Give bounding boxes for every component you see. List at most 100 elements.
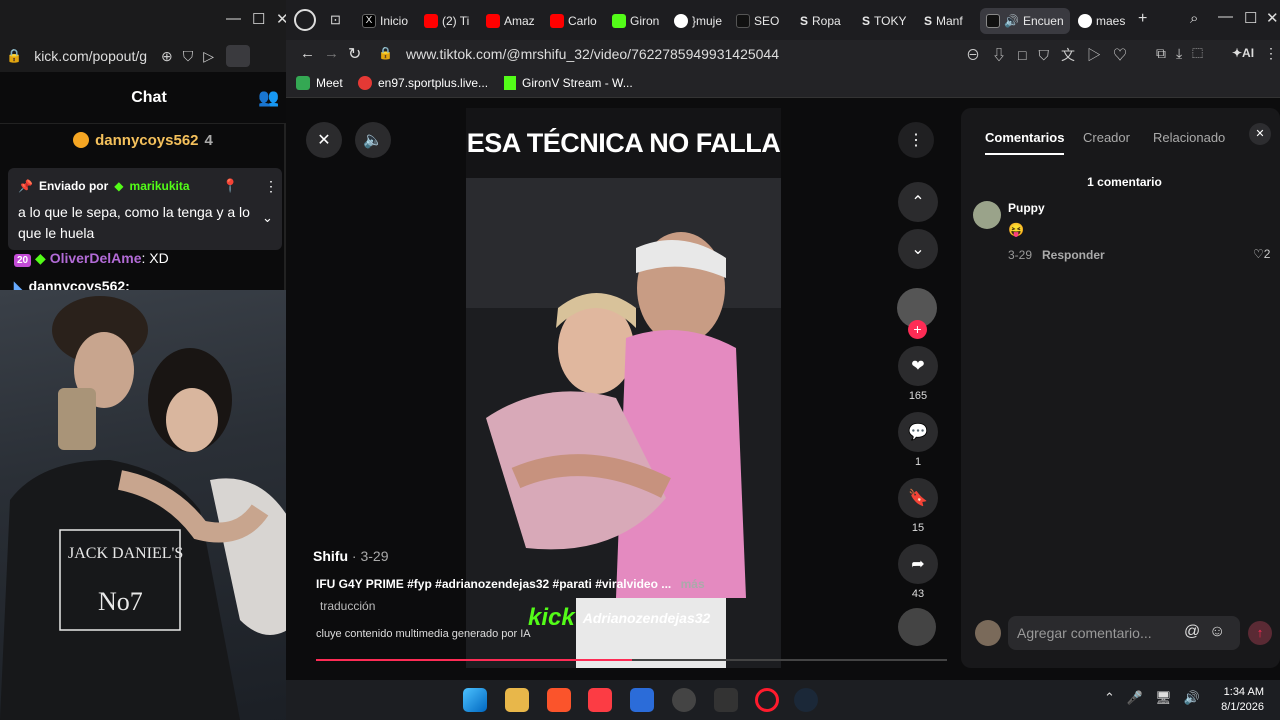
volume-icon[interactable]: 🔈 xyxy=(355,122,391,158)
pinned-sender[interactable]: marikukita xyxy=(130,179,190,193)
search-icon[interactable]: ⌕ xyxy=(1190,10,1198,27)
save-count: 15 xyxy=(911,522,925,534)
emoji-icon[interactable]: ☺ xyxy=(1209,623,1225,641)
brave-icon[interactable] xyxy=(547,688,571,712)
obs-icon[interactable] xyxy=(672,688,696,712)
unpin-icon[interactable]: 📍 xyxy=(222,178,238,194)
comment-input[interactable]: Agregar comentario... @ ☺ xyxy=(1008,616,1240,650)
video-caption-row: IFU G4Y PRIME #fyp #adrianozendejas32 #p… xyxy=(316,577,705,591)
audio-app-icon[interactable] xyxy=(714,688,738,712)
clock-time: 1:34 AM xyxy=(1223,686,1264,698)
play-icon[interactable]: ▷ xyxy=(203,48,214,65)
extensions-icon[interactable] xyxy=(226,45,251,67)
close-icon[interactable]: ✕ xyxy=(1266,9,1279,27)
tab-ropa[interactable]: S Ropa xyxy=(800,8,848,34)
comment-date: 3-29 xyxy=(1008,248,1033,262)
comment-like[interactable]: ♡2 xyxy=(1253,247,1270,261)
like-icon[interactable]: ❤ xyxy=(898,346,938,386)
users-icon[interactable]: 👥 xyxy=(258,88,279,108)
next-video-icon[interactable]: ⌄ xyxy=(898,229,938,269)
clock[interactable]: 1:34 AM 8/1/2026 xyxy=(1204,685,1264,715)
gamepad-icon[interactable]: ⊡ xyxy=(330,12,341,28)
chat-line: 20 ◆ OliverDelAme: XD xyxy=(14,250,169,267)
ai-button[interactable]: ✦AI xyxy=(1232,46,1254,60)
tab-youtube-2[interactable]: Amaz xyxy=(486,8,536,34)
video-author[interactable]: Shifu xyxy=(313,548,348,564)
send-icon[interactable]: ↑ xyxy=(1248,621,1272,645)
tab-label: Giron xyxy=(630,14,660,28)
chat-header: Chat 👥 xyxy=(0,72,286,124)
music-icon[interactable] xyxy=(588,688,612,712)
browser-window: ⊡ X Inicio (2) Ti Amaz Carlo Giron }muje … xyxy=(286,0,1280,680)
minimize-icon[interactable]: — xyxy=(226,10,241,27)
bookmark-icon[interactable]: 🔖 xyxy=(898,478,938,518)
minimize-icon[interactable]: — xyxy=(1218,8,1233,25)
back-icon[interactable]: ← xyxy=(300,45,315,62)
start-icon[interactable] xyxy=(463,688,487,712)
address-tools[interactable]: ⊖⇩□⛉文▷♡ xyxy=(966,45,1139,65)
chat-title: Chat xyxy=(131,89,167,106)
tab-toky[interactable]: S TOKY xyxy=(862,8,910,34)
bookmark-meet[interactable]: Meet xyxy=(296,76,343,90)
tab-creator[interactable]: Creador xyxy=(1083,130,1130,145)
more-options-icon[interactable]: ⋮ xyxy=(898,122,934,158)
mention-icon[interactable]: @ xyxy=(1184,623,1200,641)
toolbar-icons[interactable]: ⧉⤓⬚ xyxy=(1156,45,1213,62)
commenter-avatar[interactable] xyxy=(973,201,1001,229)
lock-icon: 🔒 xyxy=(378,46,393,60)
shield-icon[interactable]: ⛉ xyxy=(183,48,194,65)
music-disc-icon[interactable] xyxy=(898,608,936,646)
tab-comments[interactable]: Comentarios xyxy=(985,130,1065,155)
close-panel-icon[interactable]: ✕ xyxy=(1249,123,1271,145)
tab-label: (2) Ti xyxy=(442,14,470,28)
app-icon[interactable] xyxy=(630,688,654,712)
maximize-icon[interactable]: ☐ xyxy=(1244,9,1257,27)
share-icon[interactable]: ➦ xyxy=(898,544,938,584)
tab-tiktok-seo[interactable]: SEO xyxy=(736,8,784,34)
file-explorer-icon[interactable] xyxy=(505,688,529,712)
tab-youtube-1[interactable]: (2) Ti xyxy=(424,8,472,34)
url-field[interactable]: www.tiktok.com/@mrshifu_32/video/7622785… xyxy=(406,46,779,62)
new-tab-icon[interactable]: + xyxy=(1138,10,1147,28)
comment-count: 1 xyxy=(914,456,922,468)
tab-youtube-3[interactable]: Carlo xyxy=(550,8,598,34)
lock-icon: 🔒 xyxy=(6,48,23,63)
tab-tiktok-active[interactable]: 🔊 Encuen xyxy=(980,8,1070,34)
steam-icon[interactable] xyxy=(794,688,818,712)
forward-icon[interactable]: → xyxy=(324,45,339,62)
chat-username[interactable]: OliverDelAme xyxy=(50,250,142,266)
close-video-icon[interactable]: ✕ xyxy=(306,122,342,158)
previous-video-icon[interactable]: ⌃ xyxy=(898,182,938,222)
tab-label: maes xyxy=(1096,14,1126,28)
system-tray-icons[interactable]: ⌃🎤🖥🔊 xyxy=(1104,690,1212,706)
bookmark-sportplus[interactable]: en97.sportplus.live... xyxy=(358,76,488,90)
opera-icon[interactable] xyxy=(755,688,779,712)
tab-manf[interactable]: S Manf xyxy=(924,8,972,34)
reload-icon[interactable]: ↻ xyxy=(348,44,361,64)
tab-kick[interactable]: Giron xyxy=(612,8,662,34)
kick-chat-window: — ☐ ✕ 🔒 kick.com/popout/g ⊕ ⛉ ▷ Chat 👥 d… xyxy=(0,0,289,294)
top-gifter-user[interactable]: dannycoys562 xyxy=(95,132,198,149)
bookmark-gironv[interactable]: GironV Stream - W... xyxy=(504,76,633,90)
menu-icon[interactable]: ⋮ xyxy=(1264,45,1278,62)
opera-menu-icon[interactable] xyxy=(294,9,316,31)
comment-input-placeholder: Agregar comentario... xyxy=(1017,625,1152,641)
translation-link[interactable]: traducción xyxy=(320,599,375,613)
tab-related[interactable]: Relacionado xyxy=(1153,130,1225,145)
reply-link[interactable]: Responder xyxy=(1042,248,1105,262)
more-link[interactable]: más xyxy=(681,577,705,591)
chevron-down-icon[interactable]: ⌄ xyxy=(262,210,273,226)
tab-google-2[interactable]: maes xyxy=(1078,8,1130,34)
tab-google-1[interactable]: }muje xyxy=(674,8,722,34)
tab-inicio[interactable]: X Inicio xyxy=(362,8,410,34)
taskbar: ⌃🎤🖥🔊 1:34 AM 8/1/2026 xyxy=(286,680,1280,720)
progress-track[interactable] xyxy=(316,659,947,661)
more-options-icon[interactable]: ⋮ xyxy=(264,178,278,195)
kick-url-bar[interactable]: 🔒 kick.com/popout/g ⊕ ⛉ ▷ xyxy=(0,40,286,72)
zoom-icon[interactable]: ⊕ xyxy=(161,48,173,65)
follow-icon[interactable]: + xyxy=(908,320,927,339)
comment-icon[interactable]: 💬 xyxy=(898,412,938,452)
maximize-icon[interactable]: ☐ xyxy=(252,10,265,28)
commenter-name[interactable]: Puppy xyxy=(1008,201,1045,215)
clock-date: 8/1/2026 xyxy=(1221,701,1264,713)
